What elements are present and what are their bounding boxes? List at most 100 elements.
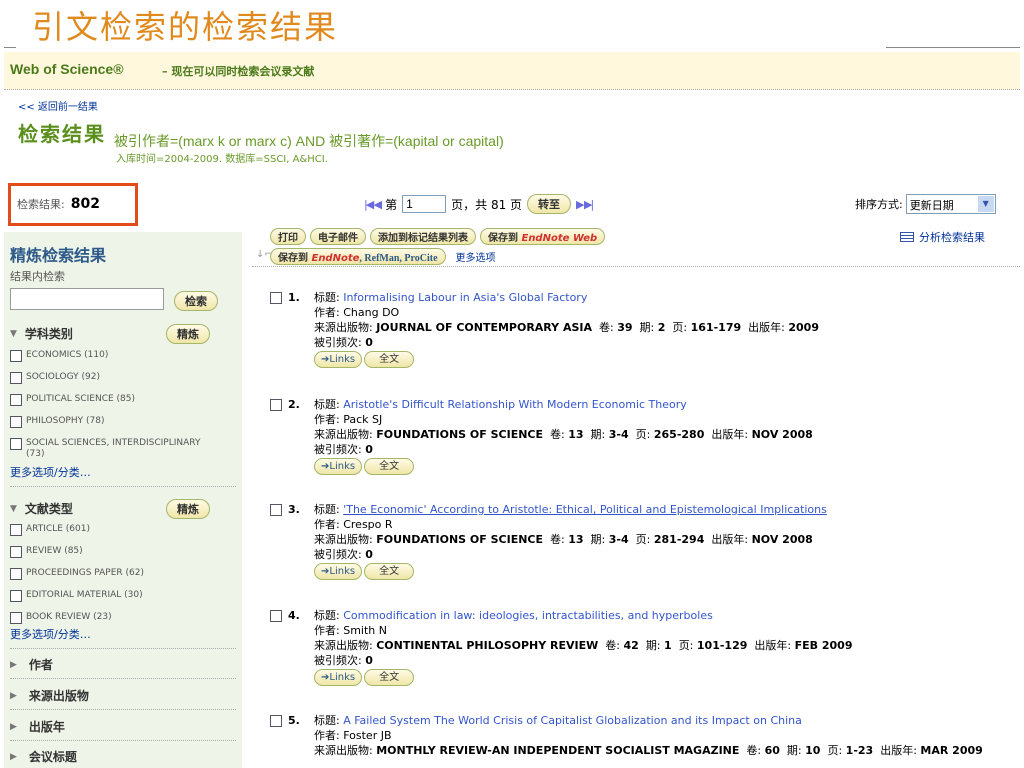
record-title-link[interactable]: 'The Economic' According to Aristotle: E… — [343, 503, 827, 516]
checkbox[interactable] — [10, 372, 22, 384]
checkbox[interactable] — [10, 590, 22, 602]
more-doctype-options-link[interactable]: 更多选项/分类… — [10, 626, 91, 642]
first-prev-page-icon[interactable]: |◀ ◀ — [364, 198, 382, 211]
doctype-option[interactable]: REVIEW (85) — [10, 546, 83, 558]
search-scope: 入库时间=2004-2009. 数据库=SSCI, A&HCI. — [116, 154, 328, 165]
record-author: Chang DO — [343, 306, 400, 319]
search-within-label: 结果内检索 — [10, 270, 65, 283]
record-title-link[interactable]: Aristotle's Difficult Relationship With … — [343, 398, 687, 411]
subject-option[interactable]: ECONOMICS (110) — [10, 350, 108, 362]
full-text-button[interactable]: 全文 — [364, 669, 415, 686]
checkbox[interactable] — [10, 568, 22, 580]
record-number: 4. — [288, 609, 300, 622]
record-title-link[interactable]: Informalising Labour in Asia's Global Fa… — [343, 291, 587, 304]
record-author: Smith N — [343, 624, 387, 637]
refine-subject-button[interactable]: 精炼 — [166, 324, 210, 344]
result-count-value: 802 — [70, 196, 100, 212]
record-checkbox[interactable] — [270, 399, 282, 411]
record-source: JOURNAL OF CONTEMPORARY ASIA — [376, 321, 593, 334]
conference-facet[interactable]: ▶ 会议标题 — [10, 748, 77, 765]
back-to-previous-link[interactable]: << 返回前一结果 — [18, 98, 98, 113]
author-facet[interactable]: ▶ 作者 — [10, 656, 53, 673]
record-source: FOUNDATIONS OF SCIENCE — [376, 428, 544, 441]
record-source: FOUNDATIONS OF SCIENCE — [376, 533, 544, 546]
more-subject-options-link[interactable]: 更多选项/分类… — [10, 464, 91, 480]
chevron-down-icon[interactable]: ▼ — [977, 196, 994, 212]
page-total: 页，共 81 页 — [451, 197, 523, 212]
record-checkbox[interactable] — [270, 610, 282, 622]
checkbox[interactable] — [10, 612, 22, 624]
doctype-option[interactable]: EDITORIAL MATERIAL (30) — [10, 590, 143, 602]
record-cited-count: 0 — [365, 336, 373, 349]
record-cited-count: 0 — [365, 654, 373, 667]
record-checkbox[interactable] — [270, 504, 282, 516]
refine-doctype-button[interactable]: 精炼 — [166, 499, 210, 519]
sort-select[interactable]: 更新日期 ▼ — [905, 194, 996, 214]
year-facet[interactable]: ▶ 出版年 — [10, 718, 65, 735]
links-button[interactable]: ➔Links — [314, 563, 363, 580]
checkbox[interactable] — [10, 524, 22, 536]
next-last-page-icon[interactable]: ▶ ▶| — [576, 198, 594, 211]
wos-logo-text[interactable]: Web of Science® — [10, 61, 124, 77]
search-within-button[interactable]: 检索 — [174, 291, 218, 311]
page-number-input[interactable] — [402, 195, 447, 213]
divider — [10, 678, 236, 679]
refine-sidebar: 精炼检索结果 结果内检索 检索 ▼ 学科类别 精炼 ECONOMICS (110… — [4, 232, 242, 768]
record-author: Pack SJ — [343, 413, 383, 426]
record-author: Crespo R — [343, 518, 393, 531]
record-source: MONTHLY REVIEW-AN INDEPENDENT SOCIALIST … — [376, 744, 740, 757]
more-options-link[interactable]: 更多选项 — [456, 249, 496, 264]
triangle-down-icon: ▼ — [10, 328, 17, 339]
document-type-header[interactable]: ▼ 文献类型 — [10, 500, 73, 517]
triangle-right-icon: ▶ — [10, 751, 17, 762]
record-title-link[interactable]: A Failed System The World Crisis of Capi… — [343, 714, 802, 727]
links-button[interactable]: ➔Links — [314, 669, 363, 686]
checkbox[interactable] — [10, 438, 22, 450]
subject-option[interactable]: SOCIAL SCIENCES, INTERDISCIPLINARY (73) — [10, 438, 210, 460]
subject-option[interactable]: PHILOSOPHY (78) — [10, 416, 104, 428]
record-author: Foster JB — [343, 729, 392, 742]
subject-option[interactable]: POLITICAL SCIENCE (85) — [10, 394, 135, 406]
links-button[interactable]: ➔Links — [314, 458, 363, 475]
sort-control: 排序方式: 更新日期 ▼ — [855, 194, 996, 214]
record-checkbox[interactable] — [270, 292, 282, 304]
full-text-button[interactable]: 全文 — [364, 351, 415, 368]
checkbox[interactable] — [10, 350, 22, 362]
triangle-right-icon: ▶ — [10, 659, 17, 670]
search-query: 被引作者=(marx k or marx c) AND 被引著作=(kapita… — [114, 133, 504, 149]
record-source: CONTINENTAL PHILOSOPHY REVIEW — [376, 639, 599, 652]
divider — [252, 266, 1020, 267]
checkbox[interactable] — [10, 416, 22, 428]
slide-title: 引文检索的检索结果 — [32, 8, 339, 46]
checkbox[interactable] — [10, 546, 22, 558]
subject-option[interactable]: SOCIOLOGY (92) — [10, 372, 100, 384]
record-checkbox[interactable] — [270, 715, 282, 727]
doctype-option[interactable]: ARTICLE (601) — [10, 524, 90, 536]
subject-category-header[interactable]: ▼ 学科类别 — [10, 325, 73, 342]
doctype-option[interactable]: PROCEEDINGS PAPER (62) — [10, 568, 144, 580]
record-number: 3. — [288, 503, 300, 516]
print-button[interactable]: 打印 — [270, 228, 306, 245]
email-button[interactable]: 电子邮件 — [310, 228, 366, 245]
analyze-results-link[interactable]: 分析检索结果 — [900, 229, 985, 245]
page-label: 第 — [385, 197, 398, 212]
doctype-option[interactable]: BOOK REVIEW (23) — [10, 612, 112, 624]
divider — [10, 740, 236, 741]
checkbox[interactable] — [10, 394, 22, 406]
source-facet[interactable]: ▶ 来源出版物 — [10, 687, 89, 704]
divider — [10, 648, 236, 649]
save-to-endnote-button[interactable]: 保存到 EndNote, RefMan, ProCite — [270, 248, 446, 265]
full-text-button[interactable]: 全文 — [364, 563, 415, 580]
full-text-button[interactable]: 全文 — [364, 458, 415, 475]
record-cited-count: 0 — [365, 443, 373, 456]
go-to-page-button[interactable]: 转至 — [527, 194, 572, 214]
save-to-endnote-web-button[interactable]: 保存到 EndNote Web — [480, 228, 606, 245]
results-toolbar: 打印 电子邮件 添加到标记结果列表 保存到 EndNote Web 保存到 En… — [270, 228, 606, 268]
search-within-input[interactable] — [10, 288, 164, 310]
record-title-link[interactable]: Commodification in law: ideologies, intr… — [343, 609, 713, 622]
triangle-right-icon: ▶ — [10, 690, 17, 701]
refine-title: 精炼检索结果 — [10, 246, 107, 265]
add-to-marked-list-button[interactable]: 添加到标记结果列表 — [370, 228, 476, 245]
links-button[interactable]: ➔Links — [314, 351, 363, 368]
analyze-icon — [900, 232, 914, 242]
